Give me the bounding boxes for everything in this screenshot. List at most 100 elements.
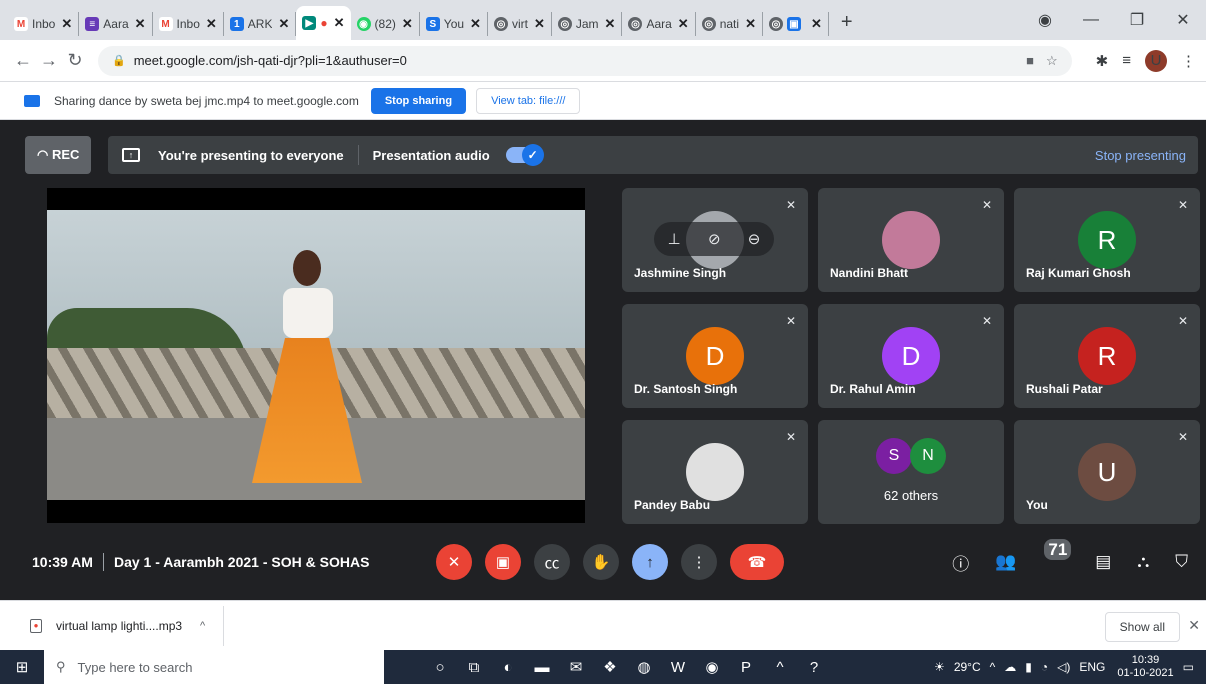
s-icon: S bbox=[425, 17, 440, 31]
tab-you[interactable]: S You ✕ bbox=[420, 12, 488, 36]
show-all-button[interactable]: Show all bbox=[1104, 612, 1180, 642]
tile-you[interactable]: U ✕ You bbox=[1014, 420, 1200, 524]
tab-search-icon[interactable]: ◉ bbox=[1022, 10, 1068, 30]
mail-icon[interactable]: ✉ bbox=[560, 658, 592, 676]
taskbar-search[interactable]: ⚲ Type here to search bbox=[44, 650, 384, 684]
tile-jashmine-singh[interactable]: ⊥ ⊘ ⊖ ✕ Jashmine Singh bbox=[622, 188, 808, 292]
tray-chevron-icon[interactable]: ^ bbox=[990, 660, 996, 674]
lock-icon[interactable]: 🔒 bbox=[112, 54, 126, 67]
star-icon[interactable]: ☆ bbox=[1046, 53, 1058, 69]
address-bar[interactable]: 🔒 meet.google.com/jsh-qati-djr?pli=1&aut… bbox=[98, 45, 1072, 76]
presentation-audio-toggle[interactable] bbox=[505, 144, 544, 166]
people-icon[interactable]: 👥71 bbox=[995, 539, 1072, 572]
volume-icon[interactable]: ◁) bbox=[1057, 660, 1070, 674]
tab-whatsapp[interactable]: ◉ (82) ✕ bbox=[351, 12, 420, 36]
close-icon[interactable]: ✕ bbox=[811, 16, 822, 32]
app-icon[interactable]: ◍ bbox=[628, 658, 660, 676]
close-shelf-icon[interactable]: ✕ bbox=[1188, 617, 1200, 634]
task-view-icon[interactable]: ⧉ bbox=[458, 659, 490, 676]
download-item[interactable]: virtual lamp lighti....mp3 bbox=[56, 619, 182, 633]
back-icon[interactable]: ← bbox=[10, 50, 36, 71]
tile-nandini-bhatt[interactable]: ✕ Nandini Bhatt bbox=[818, 188, 1004, 292]
help-icon[interactable]: ? bbox=[798, 659, 830, 676]
chevron-up-icon[interactable]: ^ bbox=[200, 620, 205, 632]
host-controls-icon[interactable]: ⛉ bbox=[1175, 552, 1188, 572]
raise-hand-button[interactable]: ✋ bbox=[583, 544, 619, 580]
close-icon[interactable]: ✕ bbox=[605, 16, 616, 32]
reload-icon[interactable]: ↻ bbox=[62, 50, 88, 71]
cortana-icon[interactable]: ○ bbox=[424, 659, 456, 676]
view-tab-button[interactable]: View tab: file:/// bbox=[476, 87, 581, 114]
wifi-icon[interactable]: ◔ bbox=[1041, 660, 1048, 674]
tab-last[interactable]: ◎ ▣ ✕ bbox=[763, 12, 829, 36]
tab-title: Inbo bbox=[32, 17, 56, 31]
word-icon[interactable]: W bbox=[662, 659, 694, 676]
profile-avatar[interactable]: U bbox=[1145, 49, 1167, 72]
language-indicator[interactable]: ENG bbox=[1079, 660, 1105, 674]
chevron-up-icon[interactable]: ^ bbox=[764, 659, 796, 676]
tile-raj-kumari-ghosh[interactable]: R ✕ Raj Kumari Ghosh bbox=[1014, 188, 1200, 292]
close-icon[interactable]: ✕ bbox=[534, 16, 545, 32]
leave-call-button[interactable]: ☎ bbox=[730, 544, 784, 580]
tile-dr-santosh-singh[interactable]: D ✕ Dr. Santosh Singh bbox=[622, 304, 808, 408]
file-explorer-icon[interactable]: ▬ bbox=[526, 659, 558, 676]
dropbox-icon[interactable]: ❖ bbox=[594, 658, 626, 676]
close-icon[interactable]: ✕ bbox=[135, 16, 146, 32]
camera-toggle-button[interactable]: ▣ bbox=[485, 544, 521, 580]
remove-icon[interactable]: ⊖ bbox=[748, 230, 761, 248]
menu-icon[interactable]: ⋮ bbox=[1181, 52, 1196, 70]
close-icon[interactable]: ✕ bbox=[402, 16, 413, 32]
tab-aara-1[interactable]: ≡ Aara ✕ bbox=[79, 12, 153, 36]
close-icon[interactable]: ✕ bbox=[470, 16, 481, 32]
tile-dr-rahul-amin[interactable]: D ✕ Dr. Rahul Amin bbox=[818, 304, 1004, 408]
mic-toggle-button[interactable]: ✕ bbox=[436, 544, 472, 580]
tab-ark[interactable]: 1 ARK ✕ bbox=[224, 12, 297, 36]
tab-meet-active[interactable]: ▶ ● ✕ bbox=[296, 6, 351, 40]
extensions-icon[interactable]: ✱ bbox=[1096, 52, 1109, 70]
tile-pandey-babu[interactable]: ✕ Pandey Babu bbox=[622, 420, 808, 524]
tab-inbox-1[interactable]: M Inbo ✕ bbox=[8, 12, 80, 36]
clock[interactable]: 10:39 01-10-2021 bbox=[1117, 654, 1173, 680]
close-icon[interactable]: ✕ bbox=[61, 16, 72, 32]
restore-button[interactable]: ❐ bbox=[1114, 10, 1160, 30]
tile-others[interactable]: S N 62 others bbox=[818, 420, 1004, 524]
windows-start-icon[interactable]: ⊞ bbox=[0, 658, 44, 676]
captions-button[interactable]: ㏄ bbox=[534, 544, 570, 580]
edge-icon[interactable]: ◐ bbox=[492, 659, 524, 676]
tab-inbox-2[interactable]: M Inbo ✕ bbox=[153, 12, 224, 36]
close-icon[interactable]: ✕ bbox=[678, 16, 689, 32]
battery-icon[interactable]: ▮ bbox=[1025, 660, 1032, 674]
cloud-icon[interactable]: ☁ bbox=[1004, 660, 1016, 674]
tab-nati[interactable]: ◎ nati ✕ bbox=[696, 12, 763, 36]
chrome-icon[interactable]: ◉ bbox=[696, 658, 728, 676]
close-icon[interactable]: ✕ bbox=[206, 16, 217, 32]
activities-icon[interactable]: ⛬ bbox=[1137, 552, 1149, 572]
close-icon[interactable]: ✕ bbox=[334, 15, 345, 31]
weather-icon[interactable]: ☀ bbox=[934, 660, 945, 674]
close-window-button[interactable]: ✕ bbox=[1160, 10, 1206, 30]
close-icon[interactable]: ✕ bbox=[745, 16, 756, 32]
close-icon[interactable]: ✕ bbox=[278, 16, 289, 32]
camera-icon[interactable]: ■ bbox=[1026, 53, 1034, 68]
minimize-button[interactable]: — bbox=[1068, 11, 1114, 29]
more-options-button[interactable]: ⋮ bbox=[681, 544, 717, 580]
mic-off-icon[interactable]: ⊘ bbox=[708, 230, 721, 248]
chat-icon[interactable]: ▤ bbox=[1095, 552, 1111, 572]
notification-icon[interactable]: ▭ bbox=[1183, 660, 1194, 674]
forward-icon[interactable]: → bbox=[36, 50, 62, 71]
avatar: D bbox=[686, 327, 744, 385]
present-button[interactable]: ↑ bbox=[632, 544, 668, 580]
info-icon[interactable]: ⓘ bbox=[952, 550, 969, 575]
reading-list-icon[interactable]: ≡ bbox=[1122, 52, 1131, 69]
tab-aara-2[interactable]: ◎ Aara ✕ bbox=[622, 12, 696, 36]
powerpoint-icon[interactable]: P bbox=[730, 659, 762, 676]
tab-strip: M Inbo ✕ ≡ Aara ✕ M Inbo ✕ 1 ARK ✕ ▶ ● ✕ ◉ (82) ✕ SY… bbox=[0, 0, 1206, 40]
tab-jam[interactable]: ◎ Jam ✕ bbox=[552, 12, 623, 36]
tile-rushali-patar[interactable]: R ✕ Rushali Patar bbox=[1014, 304, 1200, 408]
tab-virt[interactable]: ◎ virt ✕ bbox=[488, 12, 552, 36]
stop-sharing-button[interactable]: Stop sharing bbox=[370, 87, 467, 114]
temperature[interactable]: 29°C bbox=[954, 660, 981, 674]
pin-icon[interactable]: ⊥ bbox=[668, 230, 681, 248]
stop-presenting-button[interactable]: Stop presenting bbox=[1095, 148, 1186, 163]
new-tab-button[interactable]: + bbox=[841, 11, 853, 34]
